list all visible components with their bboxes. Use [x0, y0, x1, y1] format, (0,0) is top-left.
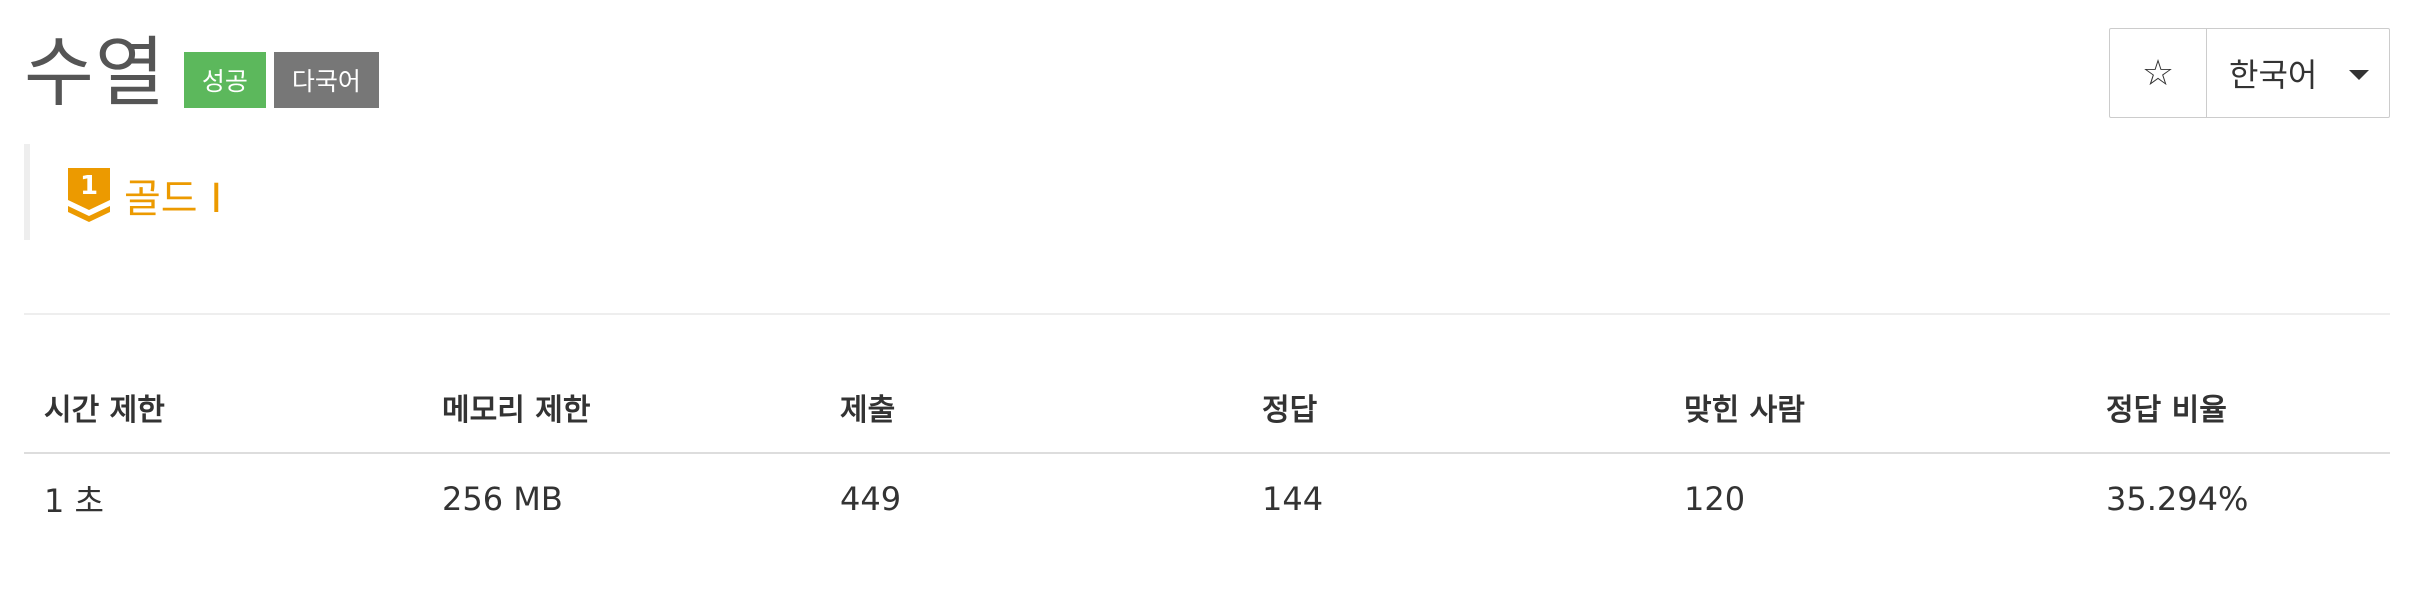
svg-text:1: 1 [80, 171, 98, 201]
accepted-value: 144 [1262, 480, 1324, 518]
problem-header: 수열 성공 다국어 [24, 28, 387, 118]
memory-limit-value: 256 MB [442, 480, 563, 518]
submissions-value: 449 [840, 480, 902, 518]
problem-info-table: 시간 제한 메모리 제한 제출 정답 맞힌 사람 정답 비율 1 초 256 M… [24, 362, 2390, 544]
column-header-accept-ratio: 정답 비율 [2086, 362, 2390, 454]
star-icon: ☆ [2141, 52, 2175, 94]
column-header-memory-limit: 메모리 제한 [422, 362, 820, 454]
tier-label: 골드 I [124, 176, 223, 222]
language-dropdown[interactable]: 한국어 [2207, 29, 2389, 117]
tier-gold-icon: 1 [68, 168, 110, 222]
column-header-time-limit: 시간 제한 [24, 362, 422, 454]
time-limit-value: 1 초 [44, 482, 104, 520]
table-row: 1 초 256 MB 449 144 120 35.294% [24, 453, 2390, 544]
status-badge-success: 성공 [183, 52, 266, 108]
section-divider [24, 313, 2390, 315]
language-label: 한국어 [2229, 56, 2318, 94]
column-header-solved-users: 맞힌 사람 [1664, 362, 2086, 454]
accept-ratio-value: 35.294% [2106, 480, 2249, 518]
column-header-accepted: 정답 [1242, 362, 1664, 454]
tier-panel: 1 골드 I [24, 144, 1190, 240]
favorite-button[interactable]: ☆ [2110, 29, 2207, 117]
badge-multilanguage[interactable]: 다국어 [273, 52, 379, 108]
column-header-submissions: 제출 [820, 362, 1242, 454]
page-title: 수열 [24, 28, 166, 117]
header-actions: ☆ 한국어 [2109, 28, 2390, 118]
table-header-row: 시간 제한 메모리 제한 제출 정답 맞힌 사람 정답 비율 [24, 362, 2390, 454]
solved-users-value: 120 [1684, 480, 1746, 518]
tier-badge[interactable]: 1 골드 I [68, 166, 222, 224]
chevron-down-icon [2349, 70, 2369, 80]
